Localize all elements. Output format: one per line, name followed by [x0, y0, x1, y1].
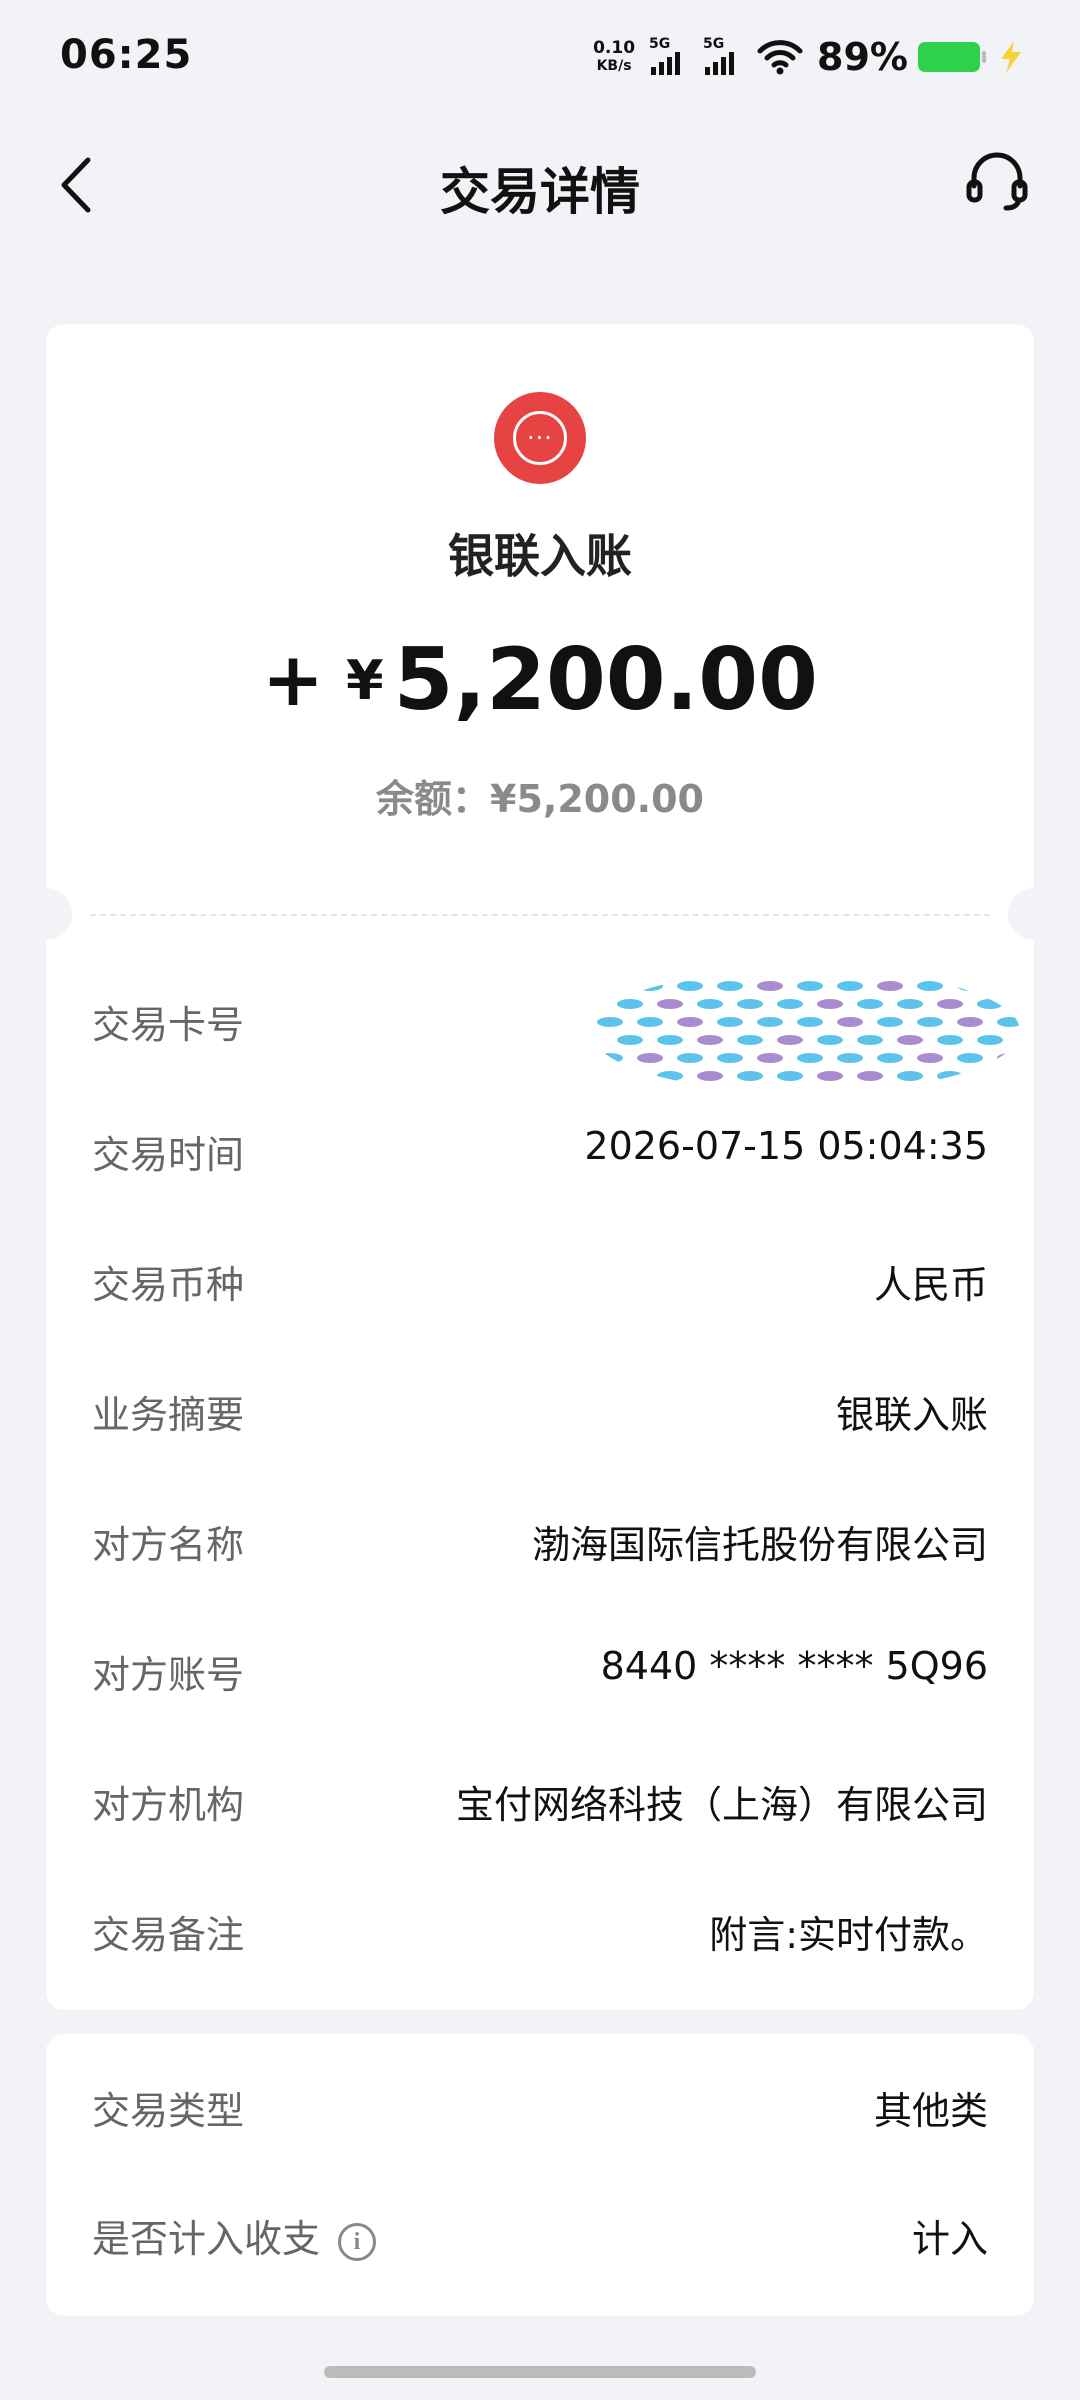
detail-row-transaction-type: 交易类型 其他类 [92, 2062, 988, 2142]
detail-value: 宝付网络科技（上海）有限公司 [455, 1783, 988, 1827]
network-speed-value: 0.10 [593, 38, 636, 58]
detail-row-summary: 业务摘要 银联入账 [92, 1366, 988, 1446]
currency-symbol: ¥ [346, 648, 384, 712]
network-speed: 0.10 KB/s [593, 39, 635, 75]
detail-label: 交易币种 [92, 1263, 245, 1307]
detail-value: 人民币 [873, 1263, 988, 1307]
detail-label: 业务摘要 [92, 1393, 245, 1437]
detail-label: 是否计入收支 i [92, 2208, 377, 2263]
detail-value: 2026-07-15 05:04:35 [584, 1124, 988, 1168]
balance-text: 余额：¥5,200.00 [376, 777, 704, 821]
signal-2-icon: 5G [703, 37, 747, 77]
signal-2-label: 5G [703, 36, 725, 52]
transaction-amount: + ¥5,200.00 [0, 630, 1080, 730]
dashed-divider [90, 914, 990, 916]
signal-1-label: 5G [649, 36, 671, 52]
transaction-type-icon: ··· [494, 392, 586, 484]
detail-label: 对方账号 [92, 1653, 245, 1697]
detail-row-count-in-budget: 是否计入收支 i 计入 [92, 2190, 988, 2270]
battery-percent: 89% [817, 35, 908, 79]
detail-value: 附言:实时付款。 [709, 1913, 988, 1957]
headset-icon [966, 152, 1028, 211]
customer-service-button[interactable] [962, 146, 1032, 216]
detail-value: 计入 [911, 2217, 988, 2261]
detail-row-card-number: 交易卡号 [92, 976, 1020, 1081]
detail-row-counterparty-institution: 对方机构 宝付网络科技（上海）有限公司 [92, 1756, 988, 1836]
masked-card-number-pattern [597, 981, 1020, 1081]
charging-bolt-icon [1001, 41, 1021, 73]
detail-row-time: 交易时间 2026-07-15 05:04:35 [92, 1106, 988, 1186]
detail-label: 交易备注 [92, 1913, 245, 1957]
battery-icon [918, 42, 986, 72]
transaction-type: 银联入账 [448, 529, 632, 583]
ticket-notch-left [20, 888, 72, 940]
detail-label: 交易时间 [92, 1133, 245, 1177]
detail-label-text: 是否计入收支 [92, 2217, 321, 2261]
detail-row-remark: 交易备注 附言:实时付款。 [92, 1886, 988, 1966]
amount-value: 5,200.00 [393, 630, 818, 730]
network-speed-unit: KB/s [596, 58, 632, 74]
more-dots-icon: ··· [513, 411, 567, 465]
status-time: 06:25 [60, 32, 193, 78]
detail-value: 渤海国际信托股份有限公司 [531, 1523, 988, 1567]
nav-header: 交易详情 [0, 110, 1080, 260]
signal-1-icon: 5G [649, 37, 693, 77]
page-title: 交易详情 [440, 163, 640, 221]
status-bar: 06:25 0.10 KB/s 5G 5G 89% [0, 0, 1080, 110]
detail-label: 交易类型 [92, 2089, 245, 2133]
amount-sign: + [262, 637, 325, 723]
detail-label: 对方名称 [92, 1523, 245, 1567]
detail-value: 其他类 [873, 2089, 988, 2133]
detail-value: 8440 **** **** 5Q96 [600, 1644, 988, 1688]
detail-row-currency: 交易币种 人民币 [92, 1236, 988, 1316]
detail-label: 交易卡号 [92, 1003, 245, 1047]
home-indicator[interactable] [324, 2366, 756, 2378]
info-icon[interactable]: i [338, 2222, 377, 2261]
status-icons: 0.10 KB/s 5G 5G 89% [593, 34, 1024, 80]
detail-row-counterparty-account: 对方账号 8440 **** **** 5Q96 [92, 1626, 988, 1706]
detail-value: 银联入账 [835, 1393, 988, 1437]
wifi-icon [757, 40, 803, 75]
detail-label: 对方机构 [92, 1783, 245, 1827]
detail-row-counterparty-name: 对方名称 渤海国际信托股份有限公司 [92, 1496, 988, 1576]
ticket-notch-right [1008, 888, 1060, 940]
